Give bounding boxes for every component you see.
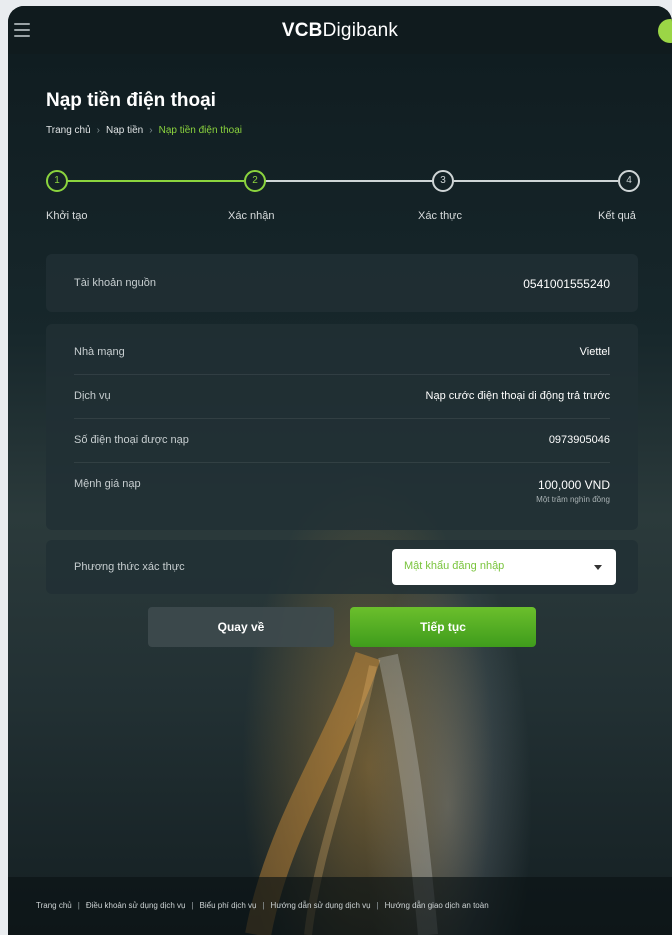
source-account-label: Tài khoản nguồn [74, 277, 156, 289]
phone-label: Số điện thoại được nạp [74, 434, 189, 446]
footer: Trang chủ | Điều khoản sử dụng dịch vụ | Biể… [8, 877, 672, 935]
footer-link-home[interactable]: Trang chủ [36, 901, 72, 910]
source-account-card: Tài khoản nguồn 0541001555240 [46, 254, 638, 312]
footer-link-guide[interactable]: Hướng dẫn sử dụng dịch vụ [271, 901, 371, 910]
breadcrumb-current: Nạp tiền điện thoại [158, 125, 242, 136]
footer-links: Trang chủ | Điều khoản sử dụng dịch vụ | Biể… [36, 901, 489, 910]
progress-stepper: 1 2 3 4 Khởi tạo Xác nhận Xác thực Kết q… [46, 170, 640, 230]
step-connector [454, 180, 618, 182]
amount-value: 100,000 VND [537, 478, 610, 492]
step-3-circle: 3 [432, 170, 454, 192]
footer-link-fees[interactable]: Biểu phí dịch vụ [200, 901, 257, 910]
step-4-label: Kết quả [598, 210, 636, 222]
breadcrumb-home[interactable]: Trang chủ [46, 125, 91, 136]
breadcrumb: Trang chủ › Nạp tiền › Nạp tiền điện thoại [46, 125, 242, 136]
footer-link-terms[interactable]: Điều khoản sử dụng dịch vụ [86, 901, 186, 910]
detail-row-amount: Mệnh giá nạp 100,000 VND Một trăm nghìn … [74, 478, 610, 512]
carrier-value: Viettel [579, 346, 610, 358]
page-title: Nạp tiền điện thoại [46, 90, 216, 111]
footer-link-safety[interactable]: Hướng dẫn giao dịch an toàn [385, 901, 489, 910]
auth-method-card: Phương thức xác thực Mật khẩu đăng nhập [46, 540, 638, 594]
service-value: Nạp cước điện thoại di động trả trước [425, 390, 610, 402]
carrier-label: Nhà mạng [74, 346, 125, 358]
auth-method-value: Mật khẩu đăng nhập [404, 560, 505, 572]
step-3-label: Xác thực [418, 210, 463, 222]
detail-row-phone: Số điện thoại được nạp 0973905046 [74, 434, 610, 463]
service-label: Dịch vụ [74, 390, 111, 402]
top-bar: VCBDigibank [8, 6, 672, 54]
continue-button[interactable]: Tiếp tục [350, 607, 536, 647]
step-1-label: Khởi tạo [46, 210, 88, 222]
detail-row-carrier: Nhà mạng Viettel [74, 346, 610, 375]
step-4-circle: 4 [618, 170, 640, 192]
auth-method-label: Phương thức xác thực [74, 561, 185, 573]
step-1-circle: 1 [46, 170, 68, 192]
step-connector [264, 180, 434, 182]
step-2-label: Xác nhận [228, 210, 275, 222]
source-account-value: 0541001555240 [523, 277, 610, 291]
transaction-details-card: Nhà mạng Viettel Dịch vụ Nạp cước điện t… [46, 324, 638, 530]
app-window: VCBDigibank Nạp tiền điện thoại Trang ch… [8, 6, 672, 935]
amount-in-words: Một trăm nghìn đồng [536, 495, 610, 504]
detail-row-service: Dịch vụ Nạp cước điện thoại di động trả … [74, 390, 610, 419]
auth-method-select[interactable]: Mật khẩu đăng nhập [392, 549, 616, 585]
back-button[interactable]: Quay về [148, 607, 334, 647]
app-logo: VCBDigibank [281, 20, 399, 41]
step-2-circle: 2 [244, 170, 266, 192]
breadcrumb-topup[interactable]: Nạp tiền [106, 125, 143, 136]
source-account-row: Tài khoản nguồn 0541001555240 [74, 277, 610, 291]
chevron-down-icon [594, 565, 602, 570]
step-connector [66, 180, 244, 182]
amount-label: Mệnh giá nạp [74, 478, 141, 490]
phone-value: 0973905046 [548, 434, 610, 446]
